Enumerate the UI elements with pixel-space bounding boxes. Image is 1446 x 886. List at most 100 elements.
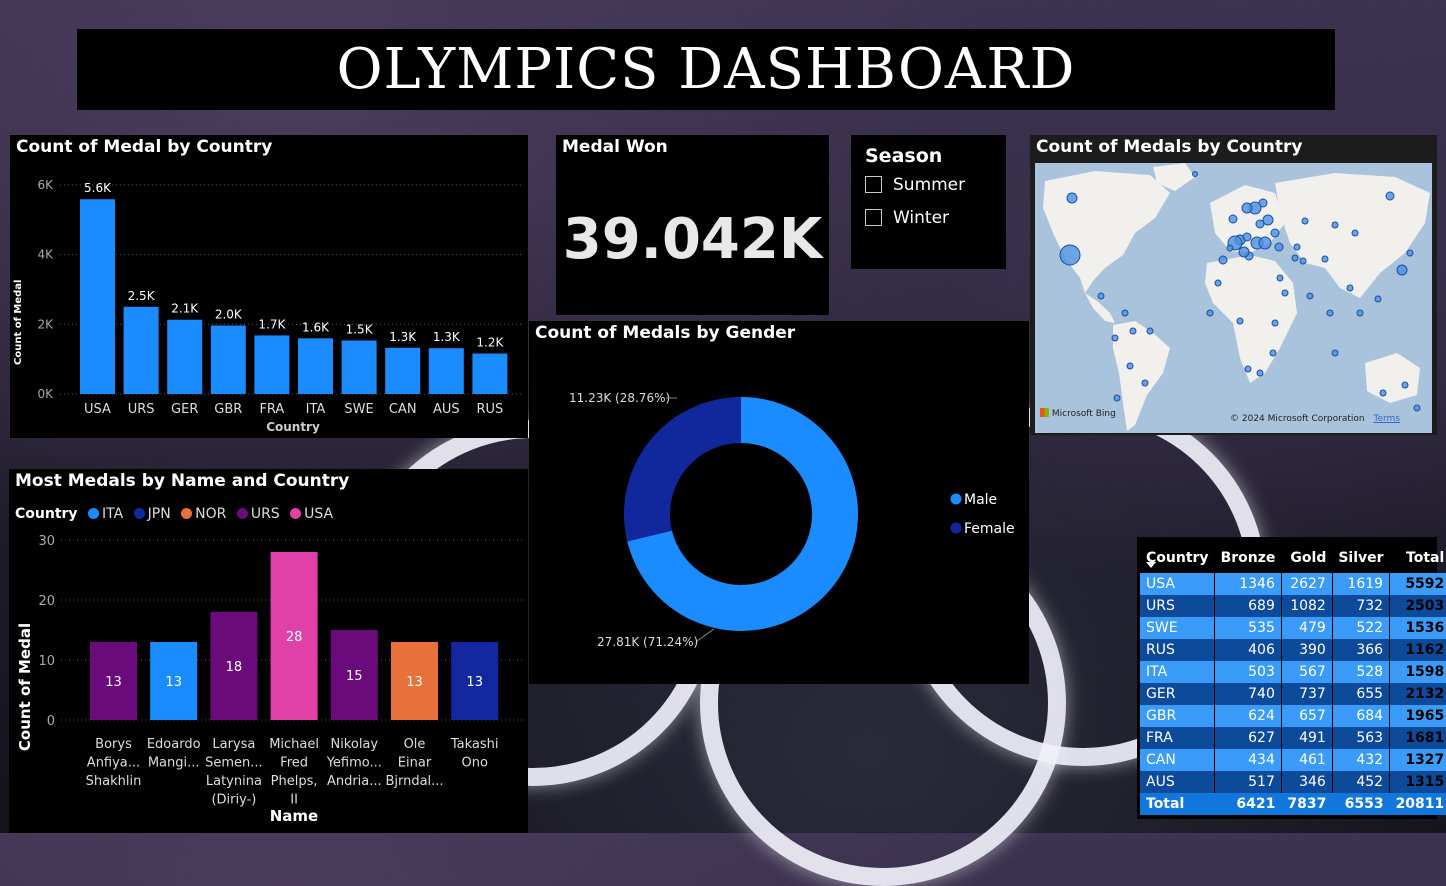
x-tick-label: ITA: [306, 402, 326, 417]
medal-by-country-chart[interactable]: Count of Medal Country 0K 2K 4K 6K 5.6K USA 2.…: [10, 135, 528, 438]
table-row[interactable]: GER 740 737 655 2132: [1140, 683, 1446, 705]
map-bubble[interactable]: [1269, 349, 1277, 357]
table-row[interactable]: ITA 503 567 528 1598: [1140, 661, 1446, 683]
map-bubble[interactable]: [1396, 264, 1408, 276]
map-bubble[interactable]: [1141, 379, 1149, 387]
data-label: 1.6K: [302, 320, 330, 334]
bar-aus[interactable]: [428, 348, 464, 394]
map-bubble[interactable]: [1346, 284, 1354, 292]
bar-ita[interactable]: [298, 338, 333, 394]
bar-usa[interactable]: [80, 199, 115, 394]
map-bubble[interactable]: [1097, 292, 1105, 300]
map-bubble[interactable]: [1192, 171, 1198, 177]
map-bubble[interactable]: [1218, 255, 1228, 265]
male-legend-label[interactable]: Male: [964, 492, 997, 508]
map-bubble[interactable]: [1121, 309, 1129, 317]
map-bubble[interactable]: [1270, 228, 1280, 238]
map-bubble[interactable]: [1331, 349, 1339, 357]
map-bubble[interactable]: [1356, 309, 1364, 317]
col-silver-header[interactable]: Silver: [1332, 541, 1389, 573]
map-bubble[interactable]: [1242, 232, 1252, 242]
map-bubble[interactable]: [1274, 242, 1284, 252]
bar-ger[interactable]: [167, 319, 203, 394]
x-tick-label: Fred: [280, 756, 308, 771]
map-bubble[interactable]: [1276, 274, 1284, 282]
map-bubble[interactable]: [1228, 214, 1238, 224]
map-bubble[interactable]: [1244, 365, 1252, 373]
bar-fra[interactable]: [254, 335, 290, 394]
female-legend-label[interactable]: Female: [964, 521, 1015, 537]
map-bubble[interactable]: [1126, 362, 1134, 370]
map-bubble[interactable]: [1301, 217, 1309, 225]
table-row[interactable]: URS 689 1082 732 2503: [1140, 595, 1446, 617]
donut-slice-female[interactable]: [624, 397, 741, 542]
world-map[interactable]: [1035, 163, 1432, 433]
winter-checkbox[interactable]: [865, 209, 882, 226]
map-bubble[interactable]: [1406, 249, 1414, 257]
map-bubble[interactable]: [1111, 334, 1119, 342]
map-bubble[interactable]: [1059, 244, 1081, 266]
map-bubble[interactable]: [1379, 389, 1387, 397]
map-bubble[interactable]: [1129, 327, 1137, 335]
map-bubble[interactable]: [1206, 309, 1214, 317]
sort-desc-icon[interactable]: [1146, 562, 1156, 568]
map-bubble[interactable]: [1293, 243, 1301, 251]
bar-urs[interactable]: [123, 306, 159, 394]
map-bubble[interactable]: [1271, 319, 1279, 327]
map-bubble[interactable]: [1299, 257, 1307, 265]
map-bubble[interactable]: [1256, 369, 1264, 377]
map-bubble[interactable]: [1401, 381, 1409, 389]
season-slicer[interactable]: Season Summer Winter: [851, 135, 1006, 269]
map-bubble[interactable]: [1255, 219, 1265, 229]
map-bubble[interactable]: [1331, 221, 1339, 229]
table-row[interactable]: GBR 624 657 684 1965: [1140, 705, 1446, 727]
map-bubble[interactable]: [1236, 317, 1244, 325]
col-country-header[interactable]: Country: [1140, 541, 1215, 573]
map-bubble[interactable]: [1066, 192, 1078, 204]
table-row[interactable]: FRA 627 491 563 1681: [1140, 727, 1446, 749]
map-bubble[interactable]: [1113, 394, 1121, 402]
most-medals-chart[interactable]: Count of Medal Name 0 10 20 30 13 Borys Anfiya…: [9, 469, 528, 833]
gender-donut-chart[interactable]: 11.23K (28.76%) 27.81K (71.24%) Male Fem…: [529, 321, 1029, 684]
map-bubble[interactable]: [1326, 309, 1334, 317]
gender-panel[interactable]: Count of Medals by Gender 11.23K (28.76%…: [529, 321, 1029, 684]
table-row[interactable]: CAN 434 461 432 1327: [1140, 749, 1446, 771]
medal-by-country-panel[interactable]: Count of Medal by Country Count of Medal…: [10, 135, 528, 438]
map-bubble[interactable]: [1413, 404, 1421, 412]
table-row[interactable]: AUS 517 346 452 1315: [1140, 771, 1446, 793]
table-row[interactable]: RUS 406 390 366 1162: [1140, 639, 1446, 661]
map-bubble[interactable]: [1385, 191, 1395, 201]
terms-link[interactable]: Terms: [1373, 414, 1400, 424]
medal-won-card[interactable]: Medal Won 39.042K: [556, 135, 829, 315]
map-bubble[interactable]: [1374, 295, 1382, 303]
map-bubble[interactable]: [1351, 229, 1359, 237]
map-bubble[interactable]: [1238, 246, 1250, 258]
map-bubble[interactable]: [1258, 236, 1272, 250]
col-gold-header[interactable]: Gold: [1281, 541, 1332, 573]
map-bubble[interactable]: [1226, 244, 1234, 252]
table-row[interactable]: USA 1346 2627 1619 5592: [1140, 573, 1446, 595]
x-tick-label: II: [290, 793, 298, 808]
summer-checkbox[interactable]: [865, 176, 882, 193]
map-bubble[interactable]: [1146, 327, 1154, 335]
bar-can[interactable]: [385, 347, 421, 394]
map-bubble[interactable]: [1321, 255, 1329, 263]
map-bubble[interactable]: [1281, 289, 1289, 297]
most-medals-panel[interactable]: Most Medals by Name and Country Country …: [9, 469, 528, 833]
y-tick-label: 2K: [37, 317, 54, 331]
bar-rus[interactable]: [472, 353, 508, 394]
winter-label[interactable]: Winter: [893, 208, 949, 228]
medals-table-panel[interactable]: Country Bronze Gold Silver Total USA 1346…: [1137, 537, 1446, 819]
summer-label[interactable]: Summer: [893, 175, 965, 195]
bar-swe[interactable]: [341, 340, 377, 394]
col-total-header[interactable]: Total: [1390, 541, 1446, 573]
map-bubble[interactable]: [1291, 254, 1299, 262]
table-row[interactable]: SWE 535 479 522 1536: [1140, 617, 1446, 639]
col-bronze-header[interactable]: Bronze: [1215, 541, 1282, 573]
map-bubble[interactable]: [1262, 214, 1274, 226]
map-panel[interactable]: Count of Medals by Country Microsoft Bin…: [1030, 135, 1437, 435]
map-bubble[interactable]: [1214, 279, 1222, 287]
bar-gbr[interactable]: [210, 325, 246, 394]
map-bubble[interactable]: [1306, 292, 1314, 300]
map-bubble[interactable]: [1241, 202, 1253, 214]
